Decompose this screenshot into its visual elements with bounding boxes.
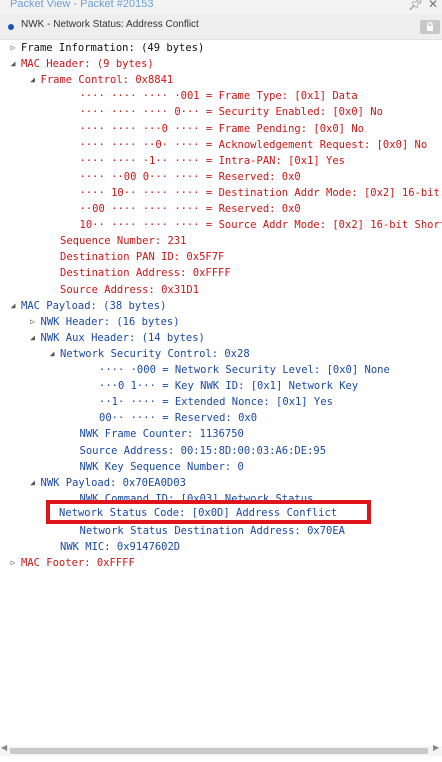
tree-row-label: ···· ··00 0··· ···· = Reserved: 0x0 xyxy=(79,170,301,183)
tree-row-label: Frame Control: 0x8841 xyxy=(40,74,174,87)
tree-row-label: NWK Key Sequence Number: 0 xyxy=(79,460,244,473)
tree-row-label: ··00 ···· ···· ···· = Reserved: 0x0 xyxy=(79,203,301,215)
tree-row-label: Source Address: 00:15:8D:00:03:A6:DE:95 xyxy=(79,444,327,457)
window-titlebar: Packet View - Packet #20153 📌︎ ✕ xyxy=(0,0,442,14)
scrollbar-thumb[interactable] xyxy=(10,748,428,754)
tree-row-label: NWK MIC: 0x9147602D xyxy=(60,541,181,554)
highlighted-field-text[interactable]: Network Status Code: [0x0D] Address Conf… xyxy=(59,505,337,521)
collapsed-toggle-icon[interactable]: ▷ xyxy=(8,555,18,571)
close-icon[interactable]: ✕ xyxy=(428,0,438,11)
tree-row-label: ··1· ···· = Extended Nonce: [0x1] Yes xyxy=(99,396,333,409)
tree-row-label: MAC Payload: (38 bytes) xyxy=(21,299,167,312)
tree-row-label: Destination PAN ID: 0x5F7F xyxy=(60,251,225,264)
tree-row-label: Source Address: 0x31D1 xyxy=(60,283,200,296)
tree-row-label: MAC Header: (9 bytes) xyxy=(21,58,154,71)
window-title: Packet View - Packet #20153 xyxy=(10,0,154,10)
tree-row-label: NWK Header: (16 bytes) xyxy=(40,315,180,328)
tree-row-label: NWK Payload: 0x70EA0D03 xyxy=(40,476,186,489)
tree-row-label: ···· ·000 = Network Security Level: [0x0… xyxy=(99,364,390,376)
tree-row-label: ···· ···· ··0· ···· = Acknowledgement Re… xyxy=(79,138,428,151)
tree-row-label: 00·· ···· = Reserved: 0x0 xyxy=(99,412,258,425)
tree-row-label: Network Security Control: 0x28 xyxy=(60,347,250,360)
tree-row-label: Frame Information: (49 bytes) xyxy=(21,42,205,54)
tree-row-label: MAC Footer: 0xFFFF xyxy=(21,557,135,570)
expanded-toggle-icon[interactable]: ◢ xyxy=(47,346,57,362)
lock-icon xyxy=(427,22,433,31)
tree-row-label: ···· ···· ···· 0··· = Security Enabled: … xyxy=(79,106,383,119)
tree-row-label: 10·· ···· ···· ···· = Source Addr Mode: … xyxy=(79,219,442,232)
expanded-toggle-icon[interactable]: ◢ xyxy=(28,72,38,88)
collapsed-toggle-icon[interactable]: ▷ xyxy=(28,314,38,330)
expanded-toggle-icon[interactable]: ◢ xyxy=(28,330,38,346)
tree-row-label: Sequence Number: 231 xyxy=(60,235,187,248)
packet-summary-title: NWK - Network Status: Address Conflict xyxy=(21,19,199,30)
expanded-toggle-icon[interactable]: ◢ xyxy=(28,475,38,491)
status-dot-icon xyxy=(8,24,14,30)
pin-icon[interactable]: 📌︎ xyxy=(408,0,423,11)
tree-row-label: ···· ···· ···0 ···· = Frame Pending: [0x… xyxy=(79,122,364,135)
expanded-toggle-icon[interactable]: ◢ xyxy=(8,56,18,72)
tree-row-label: ···· 10·· ···· ···· = Destination Addr M… xyxy=(79,186,440,199)
scroll-right-icon[interactable]: ▶ xyxy=(433,743,439,752)
lock-button[interactable] xyxy=(420,20,440,34)
tree-row-label: NWK Aux Header: (14 bytes) xyxy=(40,331,205,344)
expanded-toggle-icon[interactable]: ◢ xyxy=(8,298,18,314)
tree-row-label: ···· ···· ···· ·001 = Frame Type: [0x1] … xyxy=(79,90,358,103)
tree-row-label: NWK Frame Counter: 1136750 xyxy=(79,428,244,441)
collapsed-toggle-icon[interactable]: ▷ xyxy=(8,40,18,56)
scroll-left-icon[interactable]: ◀ xyxy=(1,743,7,752)
horizontal-scrollbar[interactable]: ◀ ▶ xyxy=(0,743,442,756)
tree-row-label: ···0 1··· = Key NWK ID: [0x1] Network Ke… xyxy=(99,380,359,393)
tree-row-label: Network Status Destination Address: 0x70… xyxy=(79,525,346,537)
tree-row-label: Destination Address: 0xFFFF xyxy=(60,267,231,280)
tree-row-label: ···· ···· ·1·· ···· = Intra-PAN: [0x1] Y… xyxy=(79,154,346,167)
